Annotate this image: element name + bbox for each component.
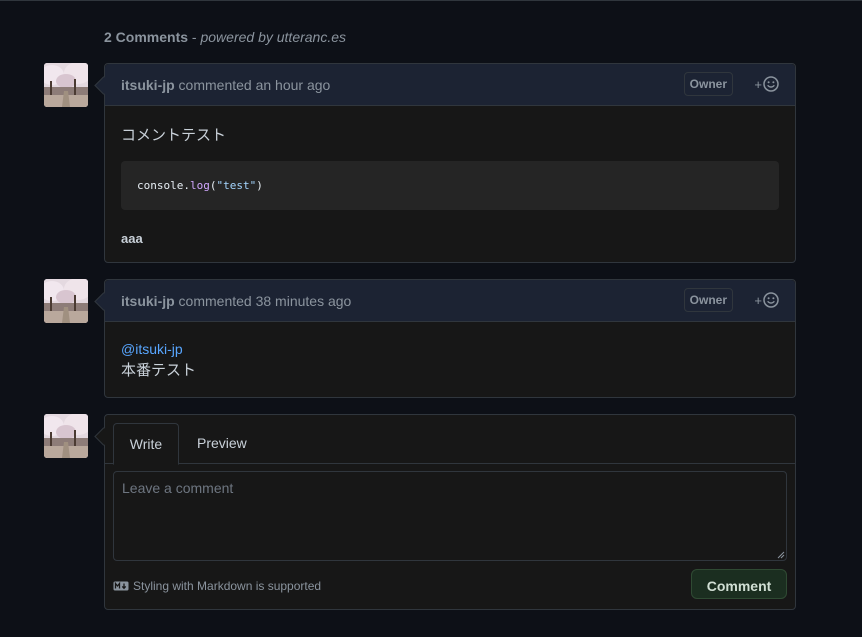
author-link[interactable]: itsuki-jp	[121, 293, 175, 309]
author-link[interactable]: itsuki-jp	[121, 77, 175, 93]
markdown-support-link[interactable]: Styling with Markdown is supported	[113, 579, 321, 593]
add-reaction-button[interactable]: +	[754, 292, 779, 308]
powered-by-link[interactable]: powered by utteranc.es	[200, 29, 346, 45]
comment-header: itsuki-jp commented 38 minutes ago Owner…	[105, 280, 795, 322]
comment-text: 本番テスト	[121, 362, 197, 379]
avatar[interactable]	[44, 414, 88, 458]
comment-timestamp[interactable]: commented an hour ago	[175, 77, 331, 93]
comment-card: itsuki-jp commented 38 minutes ago Owner…	[94, 279, 796, 398]
comment-text: コメントテスト	[121, 127, 227, 144]
cherry-blossom-avatar-image	[44, 63, 88, 107]
markdown-icon	[113, 581, 129, 591]
comment-count: 2 Comments	[104, 29, 189, 45]
comment-header: itsuki-jp commented an hour ago Owner +	[105, 64, 795, 106]
avatar[interactable]	[44, 279, 88, 323]
comment-card: itsuki-jp commented an hour ago Owner + …	[94, 63, 796, 263]
owner-badge: Owner	[683, 288, 733, 312]
code-block: console.log("test")	[121, 161, 779, 210]
tab-write[interactable]: Write	[113, 423, 179, 465]
plus-label: +	[754, 292, 762, 308]
code-function: log	[189, 179, 210, 192]
comment-timestamp[interactable]: commented 38 minutes ago	[175, 293, 352, 309]
top-divider	[0, 0, 862, 1]
comment-body: コメントテスト console.log("test") aaa	[105, 106, 795, 262]
code-paren-close: )	[256, 179, 263, 192]
resize-grip-icon[interactable]	[777, 551, 785, 559]
comments-header: 2 Comments - powered by utteranc.es	[104, 29, 346, 45]
cherry-blossom-avatar-image	[44, 279, 88, 323]
comment-textarea-wrapper	[113, 471, 787, 561]
plus-label: +	[754, 76, 762, 92]
cherry-blossom-avatar-image	[44, 414, 88, 458]
smiley-icon	[763, 76, 779, 92]
header-separator: -	[188, 29, 201, 45]
comment-body: @itsuki-jp 本番テスト	[105, 322, 795, 396]
code-object: console	[137, 179, 184, 192]
user-mention-link[interactable]: @itsuki-jp	[121, 341, 779, 357]
markdown-note: Styling with Markdown is supported	[133, 579, 322, 593]
add-reaction-button[interactable]: +	[754, 76, 779, 92]
comment-textarea[interactable]	[114, 472, 786, 560]
code-dot: .	[183, 179, 190, 192]
owner-badge: Owner	[683, 72, 733, 96]
smiley-icon	[763, 292, 779, 308]
comment-submit-button[interactable]: Comment	[691, 569, 787, 599]
comment-meta: itsuki-jp commented an hour ago	[121, 77, 330, 93]
avatar[interactable]	[44, 63, 88, 107]
code-string: "test"	[216, 179, 257, 192]
editor-tabs: Write Preview	[105, 415, 795, 465]
comment-strong-text: aaa	[121, 231, 143, 246]
new-comment-form: Write Preview Styling with Markdown is s…	[94, 414, 796, 610]
tab-preview[interactable]: Preview	[197, 423, 247, 463]
comment-meta: itsuki-jp commented 38 minutes ago	[121, 293, 351, 309]
